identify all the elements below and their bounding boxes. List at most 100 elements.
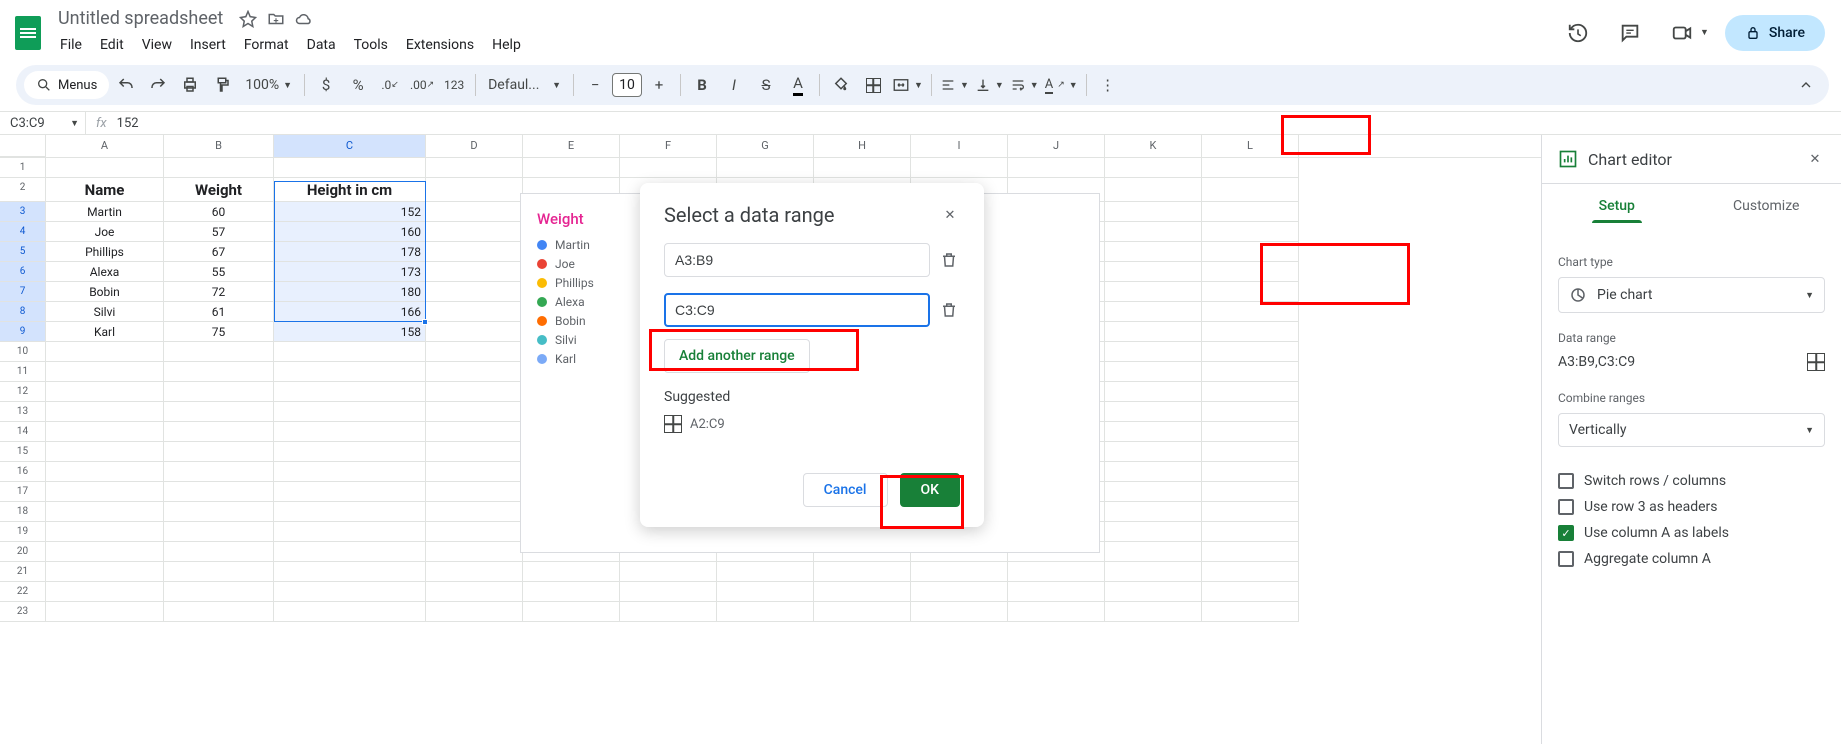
cell[interactable] [911,582,1008,602]
row-header[interactable]: 18 [0,502,46,522]
cell[interactable] [1202,422,1299,442]
cell[interactable]: 75 [164,322,274,342]
font-size-input[interactable]: 10 [612,73,642,97]
cell[interactable] [1202,462,1299,482]
ok-button[interactable]: OK [900,473,961,507]
range-input-1[interactable] [664,243,930,277]
cell[interactable] [274,542,426,562]
merge-button[interactable]: ▼ [890,71,925,99]
cell[interactable] [1202,262,1299,282]
cell[interactable] [46,562,164,582]
menu-edit[interactable]: Edit [92,33,132,57]
cell[interactable] [814,602,911,622]
cell[interactable] [46,342,164,362]
redo-icon[interactable] [143,70,173,100]
cell[interactable]: Karl [46,322,164,342]
fill-color-button[interactable] [826,70,856,100]
cell[interactable] [1202,282,1299,302]
cell[interactable] [717,582,814,602]
cell[interactable] [46,482,164,502]
cell[interactable] [426,502,523,522]
cell[interactable] [911,158,1008,178]
cell[interactable] [46,542,164,562]
cell[interactable] [164,158,274,178]
col-header-J[interactable]: J [1008,135,1105,157]
strike-button[interactable]: S [751,70,781,100]
row-header[interactable]: 7 [0,282,46,302]
cell[interactable] [1202,382,1299,402]
v-align-button[interactable]: ▼ [973,71,1006,99]
cell[interactable] [814,582,911,602]
row-header[interactable]: 12 [0,382,46,402]
cell[interactable] [164,522,274,542]
cell[interactable] [426,222,523,242]
menu-data[interactable]: Data [299,33,344,57]
chart-type-select[interactable]: Pie chart ▼ [1558,277,1825,313]
cell[interactable] [274,362,426,382]
font-combo[interactable]: Defaul...▼ [482,71,567,99]
cell[interactable]: Height in cm [274,178,426,202]
cell[interactable] [274,462,426,482]
cell[interactable] [911,602,1008,622]
cell[interactable] [164,382,274,402]
cell[interactable] [46,362,164,382]
row-header[interactable]: 6 [0,262,46,282]
cell[interactable] [426,322,523,342]
cancel-button[interactable]: Cancel [803,473,888,507]
cell[interactable] [1202,602,1299,622]
cell[interactable]: 152 [274,202,426,222]
aggregate-checkbox[interactable]: Aggregate column A [1558,551,1825,567]
menu-format[interactable]: Format [236,33,297,57]
cell[interactable] [426,482,523,502]
cell[interactable] [164,402,274,422]
cell[interactable] [1202,202,1299,222]
row-header[interactable]: 15 [0,442,46,462]
cell[interactable] [814,158,911,178]
cell[interactable] [426,582,523,602]
cell[interactable] [1105,178,1202,202]
menu-view[interactable]: View [134,33,180,57]
row-header[interactable]: 21 [0,562,46,582]
menus-search[interactable]: Menus [24,71,109,99]
col-header-H[interactable]: H [814,135,911,157]
currency-button[interactable]: $ [311,70,341,100]
cell[interactable]: Bobin [46,282,164,302]
cell[interactable] [1105,582,1202,602]
cell[interactable] [46,502,164,522]
row-header[interactable]: 8 [0,302,46,322]
cell[interactable] [164,342,274,362]
cell[interactable] [46,158,164,178]
add-range-button[interactable]: Add another range [664,339,810,373]
row-header[interactable]: 5 [0,242,46,262]
cell[interactable] [1105,522,1202,542]
delete-range-2-icon[interactable] [940,301,960,319]
cell[interactable] [523,582,620,602]
row-header[interactable]: 9 [0,322,46,342]
cell[interactable] [426,542,523,562]
cell[interactable]: Name [46,178,164,202]
cell[interactable]: Silvi [46,302,164,322]
cell[interactable] [1105,362,1202,382]
row-header[interactable]: 13 [0,402,46,422]
cell[interactable] [426,242,523,262]
menu-insert[interactable]: Insert [182,33,234,57]
row-header[interactable]: 20 [0,542,46,562]
meet-caret-icon[interactable]: ▼ [1700,27,1709,38]
font-size-minus[interactable]: − [580,70,610,100]
row-header[interactable]: 10 [0,342,46,362]
cell[interactable] [426,302,523,322]
row-header[interactable]: 4 [0,222,46,242]
cell[interactable] [274,522,426,542]
cell[interactable]: 173 [274,262,426,282]
combine-select[interactable]: Vertically ▼ [1558,413,1825,447]
cell[interactable] [1105,382,1202,402]
cell[interactable] [620,602,717,622]
cell[interactable] [274,582,426,602]
cell[interactable] [274,482,426,502]
star-icon[interactable] [239,10,257,28]
font-size-plus[interactable]: + [644,70,674,100]
sidebar-close-icon[interactable]: ✕ [1805,152,1825,167]
select-range-icon[interactable] [1807,353,1825,371]
menu-help[interactable]: Help [484,33,529,57]
cell[interactable] [1008,158,1105,178]
